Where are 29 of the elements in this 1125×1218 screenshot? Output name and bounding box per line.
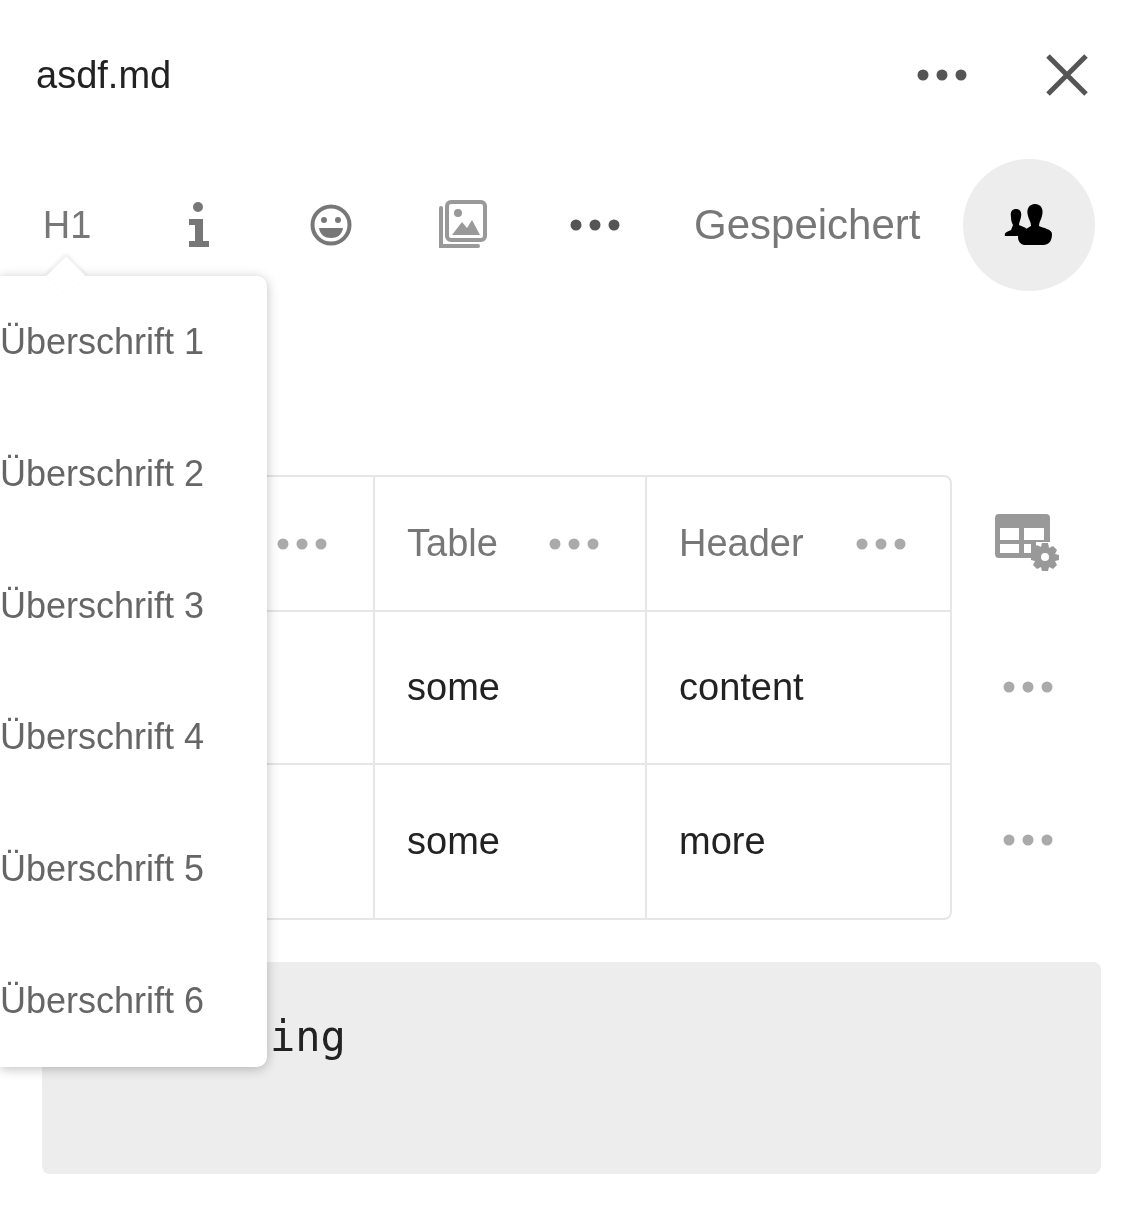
heading-option[interactable]: Überschrift 4 <box>0 671 267 804</box>
image-gallery-icon[interactable] <box>438 200 488 250</box>
column-header: Table <box>407 522 498 565</box>
heading-option[interactable]: Überschrift 5 <box>0 803 267 936</box>
heading-option[interactable]: Überschrift 3 <box>0 539 267 672</box>
table-cell: some <box>407 820 500 863</box>
table-cell: some <box>407 666 500 709</box>
heading-option[interactable]: Überschrift 2 <box>0 407 267 540</box>
info-icon[interactable] <box>186 202 212 248</box>
heading-button[interactable]: H1 <box>42 203 92 247</box>
file-title: asdf.md <box>36 53 173 97</box>
code-text: ing <box>270 1012 346 1061</box>
heading-option[interactable]: Überschrift 1 <box>0 276 267 408</box>
emoji-icon[interactable] <box>310 204 352 246</box>
column-menu-icon[interactable] <box>856 537 906 550</box>
heading-option[interactable]: Überschrift 6 <box>0 935 267 1067</box>
people-icon <box>1004 204 1055 246</box>
more-icon[interactable] <box>917 69 967 81</box>
table-settings-icon[interactable] <box>993 511 1062 574</box>
close-icon[interactable] <box>1045 53 1089 97</box>
column-menu-icon[interactable] <box>549 537 599 550</box>
column-menu-icon[interactable] <box>277 537 327 550</box>
table-cell: more <box>679 820 766 863</box>
more-icon[interactable] <box>570 219 620 231</box>
row-menu-icon[interactable] <box>1002 833 1053 846</box>
table-cell: content <box>679 666 804 709</box>
row-menu-icon[interactable] <box>1002 680 1053 693</box>
column-header: Header <box>679 522 804 565</box>
save-status: Gespeichert <box>694 201 921 249</box>
